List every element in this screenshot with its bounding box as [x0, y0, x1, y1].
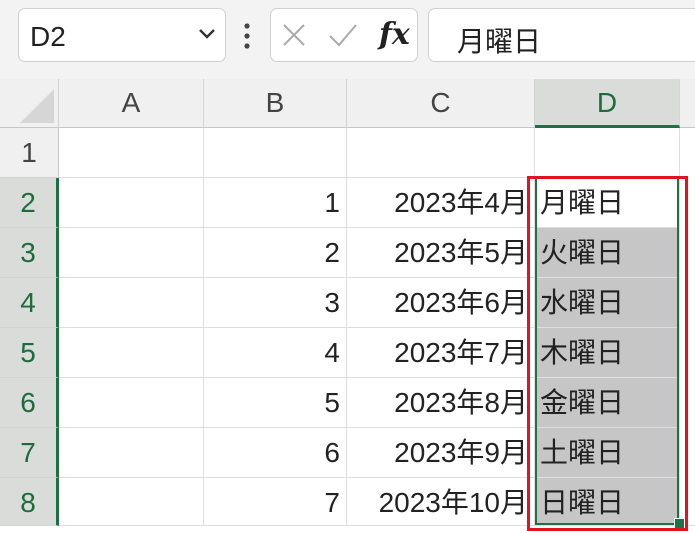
- cell-d3[interactable]: 火曜日: [535, 228, 680, 278]
- name-box[interactable]: D2: [18, 8, 226, 62]
- cell-c7[interactable]: 2023年9月: [347, 428, 535, 478]
- cell-a3[interactable]: [59, 228, 204, 278]
- cell-a8[interactable]: [59, 478, 204, 526]
- cell-c5[interactable]: 2023年7月: [347, 328, 535, 378]
- row-header-5[interactable]: 5: [0, 328, 59, 378]
- cell-b5[interactable]: 4: [204, 328, 347, 378]
- enter-check-icon[interactable]: [327, 21, 359, 49]
- row-header-2[interactable]: 2: [0, 178, 59, 228]
- row-header-6[interactable]: 6: [0, 378, 59, 428]
- cell-a5[interactable]: [59, 328, 204, 378]
- cell-d6[interactable]: 金曜日: [535, 378, 680, 428]
- formula-bar-area: D2 fx 月曜日: [0, 0, 695, 79]
- cell-c4[interactable]: 2023年6月: [347, 278, 535, 328]
- cancel-icon[interactable]: [281, 22, 307, 48]
- row-header-8[interactable]: 8: [0, 478, 59, 526]
- column-header-a[interactable]: A: [59, 79, 204, 128]
- cell-d8[interactable]: 日曜日: [535, 478, 680, 526]
- cell-b7[interactable]: 6: [204, 428, 347, 478]
- cell-d7[interactable]: 土曜日: [535, 428, 680, 478]
- cell-b2[interactable]: 1: [204, 178, 347, 228]
- formula-buttons: fx: [270, 8, 418, 62]
- formula-input[interactable]: 月曜日: [428, 8, 695, 62]
- cell-b6[interactable]: 5: [204, 378, 347, 428]
- cell-c8[interactable]: 2023年10月: [347, 478, 535, 526]
- cell-d1[interactable]: [535, 128, 680, 178]
- cell-b8[interactable]: 7: [204, 478, 347, 526]
- cell-b1[interactable]: [204, 128, 347, 178]
- column-e-strip[interactable]: [680, 128, 695, 526]
- name-box-value: D2: [30, 21, 66, 52]
- cell-b4[interactable]: 3: [204, 278, 347, 328]
- cell-c6[interactable]: 2023年8月: [347, 378, 535, 428]
- cell-c1[interactable]: [347, 128, 535, 178]
- row-header-1[interactable]: 1: [0, 128, 59, 178]
- column-header-d[interactable]: D: [535, 79, 680, 128]
- cell-d4[interactable]: 水曜日: [535, 278, 680, 328]
- select-all-triangle-icon: [20, 89, 54, 123]
- fill-handle[interactable]: [674, 518, 685, 529]
- spreadsheet-grid: A B C D 1 2 3 4 5 6 7 8 1 2023年4月 月曜日 2 …: [0, 79, 695, 533]
- cell-a1[interactable]: [59, 128, 204, 178]
- row-header-3[interactable]: 3: [0, 228, 59, 278]
- insert-function-icon[interactable]: fx: [379, 17, 410, 52]
- column-header-b[interactable]: B: [204, 79, 347, 128]
- cell-a6[interactable]: [59, 378, 204, 428]
- cell-a7[interactable]: [59, 428, 204, 478]
- column-header-c[interactable]: C: [347, 79, 535, 128]
- cell-a2[interactable]: [59, 178, 204, 228]
- cell-d5[interactable]: 木曜日: [535, 328, 680, 378]
- chevron-down-icon[interactable]: [197, 27, 217, 41]
- cell-b3[interactable]: 2: [204, 228, 347, 278]
- formula-input-value: 月曜日: [457, 26, 542, 57]
- select-all-corner[interactable]: [0, 79, 59, 128]
- cell-c3[interactable]: 2023年5月: [347, 228, 535, 278]
- cell-d2[interactable]: 月曜日: [535, 178, 680, 228]
- column-header-e[interactable]: [680, 79, 695, 128]
- row-header-4[interactable]: 4: [0, 278, 59, 328]
- cell-a4[interactable]: [59, 278, 204, 328]
- cell-c2[interactable]: 2023年4月: [347, 178, 535, 228]
- more-options-icon[interactable]: [243, 22, 251, 52]
- row-header-7[interactable]: 7: [0, 428, 59, 478]
